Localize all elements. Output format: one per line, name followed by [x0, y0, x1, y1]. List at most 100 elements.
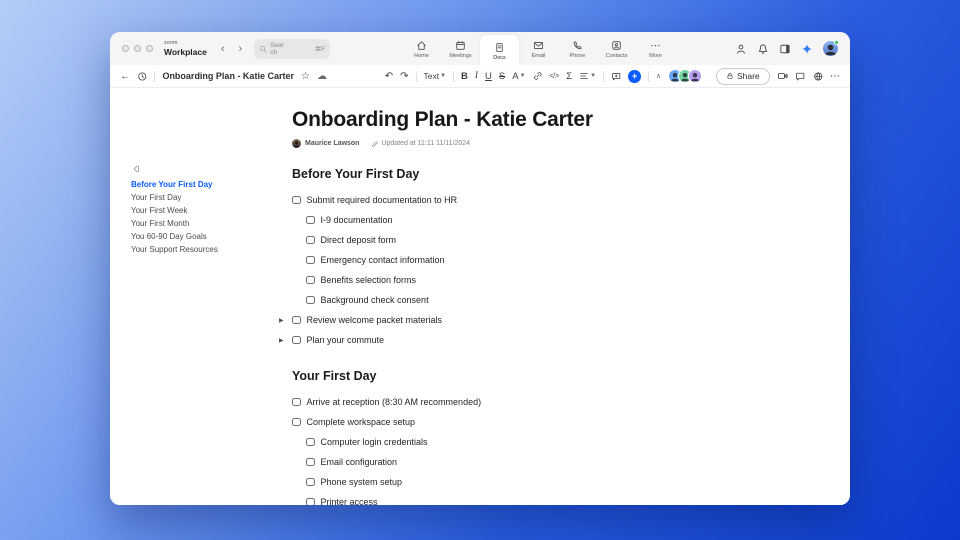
traffic-lights — [122, 45, 153, 52]
section-heading: Before Your First Day — [292, 167, 420, 181]
more-icon — [650, 40, 661, 51]
maximize-window-button[interactable] — [146, 45, 153, 52]
updated-timestamp: Updated at 11:11 11/11/2024 — [371, 140, 470, 148]
bold-button[interactable]: B — [461, 71, 468, 82]
nav-tab-meetings[interactable]: Meetings — [441, 32, 480, 65]
online-status-dot — [834, 40, 839, 45]
nav-tab-label: Home — [414, 53, 429, 59]
doc-meta: Maurice Lawson Updated at 11:11 11/11/20… — [292, 139, 722, 148]
doc-content[interactable]: Onboarding Plan - Katie Carter Maurice L… — [279, 88, 722, 505]
expand-toggle-icon[interactable]: ▶ — [279, 317, 284, 324]
checklist-row: Email configuration — [292, 452, 722, 472]
checkbox[interactable] — [292, 195, 301, 205]
side-panel-icon[interactable] — [779, 43, 791, 55]
author-name: Maurice Lawson — [305, 140, 360, 147]
version-history-icon[interactable] — [137, 71, 147, 82]
nav-tab-docs[interactable]: Docs — [480, 35, 519, 65]
nav-tab-email[interactable]: Email — [519, 32, 558, 65]
close-window-button[interactable] — [122, 45, 129, 52]
italic-button[interactable]: I — [475, 71, 478, 81]
collapse-toolbar-button[interactable]: ∧ — [656, 72, 661, 80]
notifications-bell-icon[interactable] — [757, 43, 769, 55]
checklist-label: Arrive at reception (8:30 AM recommended… — [306, 396, 482, 407]
redo-button[interactable]: ↷ — [400, 71, 408, 82]
back-button[interactable]: ← — [120, 71, 130, 82]
search-shortcut: ⌘F — [314, 45, 326, 53]
ai-insert-button[interactable]: + — [628, 69, 641, 83]
user-avatar[interactable] — [823, 40, 839, 56]
checkbox[interactable] — [306, 477, 315, 487]
list-align-dropdown[interactable]: ▼ — [579, 71, 596, 81]
nav-tab-label: Docs — [493, 54, 506, 61]
outline-item[interactable]: Your First Day — [131, 194, 271, 202]
outline-item[interactable]: Your First Month — [131, 220, 271, 228]
doc-body: Before Your First Day Your First Day Your … — [110, 88, 850, 505]
share-button[interactable]: Share — [715, 67, 770, 85]
doc-icon — [494, 42, 505, 53]
checklist-label: I-9 documentation — [320, 214, 393, 225]
calendar-icon — [455, 40, 466, 51]
minimize-window-button[interactable] — [134, 45, 141, 52]
chat-icon[interactable] — [795, 71, 805, 82]
outline-item[interactable]: Before Your First Day — [131, 181, 271, 189]
nav-tab-more[interactable]: More — [636, 32, 675, 65]
edit-pen-icon — [371, 140, 379, 148]
author-avatar — [292, 139, 301, 148]
doc-section: Before Your First Day Submit required doc… — [279, 167, 722, 350]
text-color-dropdown[interactable]: A ▼ — [512, 71, 525, 82]
outline-item[interactable]: Your Support Resources — [131, 246, 271, 254]
checkbox[interactable] — [292, 417, 301, 427]
nav-tab-label: Meetings — [449, 53, 472, 59]
web-publish-globe-icon[interactable] — [813, 71, 823, 82]
star-favorite-button[interactable]: ☆ — [301, 71, 310, 82]
expand-toggle-icon[interactable]: ▶ — [279, 337, 284, 344]
checkbox[interactable] — [292, 315, 301, 325]
checkbox[interactable] — [306, 457, 315, 467]
outline-list: Before Your First Day Your First Day Your … — [131, 181, 271, 254]
collapse-outline-icon[interactable] — [131, 164, 141, 174]
collaborator-avatar[interactable] — [687, 69, 702, 83]
history-forward-button[interactable]: › — [239, 43, 243, 55]
checkbox[interactable] — [292, 397, 301, 407]
add-comment-icon[interactable] — [611, 71, 621, 82]
checklist-row: Emergency contact information — [292, 250, 722, 270]
more-options-button[interactable]: ⋯ — [830, 71, 840, 82]
strikethrough-button[interactable]: S — [499, 71, 505, 82]
history-back-button[interactable]: ‹ — [221, 43, 225, 55]
checkbox[interactable] — [306, 255, 315, 265]
formula-button[interactable]: Σ — [566, 71, 572, 82]
underline-button[interactable]: U — [485, 71, 492, 82]
outline-item[interactable]: Your First Week — [131, 207, 271, 215]
nav-tab-home[interactable]: Home — [402, 32, 441, 65]
code-block-button[interactable]: </> — [549, 73, 559, 80]
collaborator-avatars — [667, 69, 702, 83]
checkbox[interactable] — [306, 497, 315, 505]
undo-button[interactable]: ↶ — [385, 71, 393, 82]
link-icon[interactable] — [533, 71, 543, 81]
nav-tab-contacts[interactable]: Contacts — [597, 32, 636, 65]
profile-card-icon[interactable] — [735, 43, 747, 55]
checkbox[interactable] — [306, 437, 315, 447]
checkbox[interactable] — [292, 335, 301, 345]
checkbox[interactable] — [306, 235, 315, 245]
checklist-label: Review welcome packet materials — [306, 314, 443, 325]
page-title: Onboarding Plan - Katie Carter — [292, 108, 593, 131]
cloud-saved-icon: ☁ — [316, 70, 327, 82]
mail-icon — [533, 40, 544, 51]
start-video-icon[interactable] — [777, 70, 788, 82]
checkbox[interactable] — [306, 295, 315, 305]
text-style-dropdown[interactable]: Text ▼ — [424, 71, 447, 81]
ai-companion-sparkle-icon[interactable] — [801, 43, 813, 55]
zoom-workplace-logo: zoom Workplace — [164, 40, 207, 56]
checklist-label: Plan your commute — [306, 334, 385, 345]
search-input[interactable]: Search ⌘F — [254, 38, 331, 59]
checkbox[interactable] — [306, 275, 315, 285]
outline-item[interactable]: You 60-90 Day Goals — [131, 233, 271, 241]
doc-section: Your First Day Arrive at reception (8:30 … — [292, 369, 722, 505]
checklist-row: Phone system setup — [292, 472, 722, 492]
checklist-label: Background check consent — [320, 294, 429, 305]
nav-tab-phone[interactable]: Phone — [558, 32, 597, 65]
checkbox[interactable] — [306, 215, 315, 225]
checklist-label: Complete workspace setup — [306, 416, 416, 427]
home-icon — [416, 40, 427, 51]
